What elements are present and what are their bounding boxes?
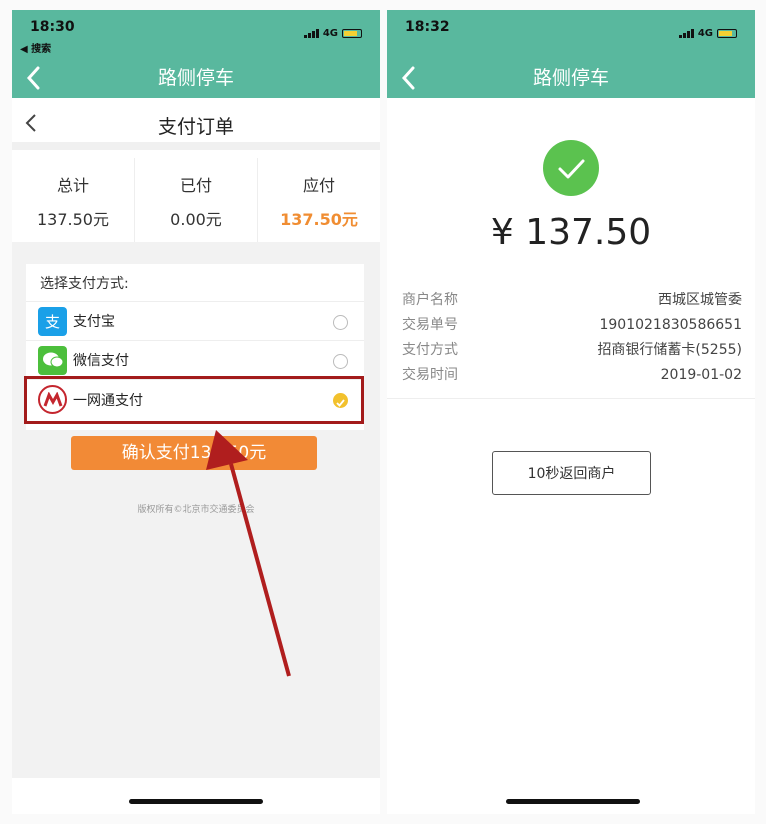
summary-label: 已付 [179,176,212,195]
battery-icon [717,29,737,38]
return-to-merchant-button[interactable]: 10秒返回商户 [492,451,651,495]
nav-bar: 路侧停车 [12,60,380,98]
battery-icon [342,29,362,38]
signal-icon [678,29,694,38]
detail-key: 交易单号 [402,317,458,333]
summary-label: 总计 [56,176,89,195]
payment-body: 选择支付方式: 支 支付宝 微信支付 一网通支付 确认支付137.50元 版权所… [12,242,380,778]
detail-row: 交易时间 2019-01-02 [402,363,742,388]
summary-label: 应付 [302,176,335,195]
signal-icon [303,29,319,38]
summary-paid: 已付 0.00元 [135,158,258,242]
left-phone-screen: 18:30 ◀ 搜索 4G 路侧停车 支付订单 总计 137.50元 已付 0.… [12,10,380,814]
detail-key: 商户名称 [402,292,458,308]
screenshot-frame: 18:30 ◀ 搜索 4G 路侧停车 支付订单 总计 137.50元 已付 0.… [0,0,766,824]
summary-value: 0.00元 [170,210,222,229]
detail-value: 1901021830586651 [599,317,742,333]
success-check-icon [543,140,599,196]
page-title: 路侧停车 [532,67,609,89]
nav-bar: 路侧停车 [387,60,755,98]
summary-total: 总计 137.50元 [12,158,135,242]
back-to-app-link[interactable]: ◀ 搜索 [20,40,51,55]
summary-value: 137.50元 [280,210,358,229]
detail-key: 支付方式 [402,342,458,358]
detail-row: 商户名称 西城区城管委 [402,288,742,313]
order-header: 支付订单 [12,98,380,150]
status-bar: 18:32 4G [387,10,755,60]
transaction-details: 商户名称 西城区城管委 交易单号 1901021830586651 支付方式 招商银行… [402,288,742,388]
page-title: 路侧停车 [157,67,234,89]
network-type: 4G [697,28,713,39]
paid-amount: ¥ 137.50 [490,212,652,253]
detail-value: 2019-01-02 [660,367,742,383]
status-indicators: 4G [303,28,362,39]
annotation-arrow-icon [206,430,291,677]
detail-key: 交易时间 [402,367,458,383]
home-indicator [129,799,263,804]
status-bar: 18:30 ◀ 搜索 4G [12,10,380,60]
detail-row: 交易单号 1901021830586651 [402,313,742,338]
detail-value: 西城区城管委 [658,292,742,308]
network-type: 4G [322,28,338,39]
status-indicators: 4G [678,28,737,39]
order-title: 支付订单 [157,116,234,138]
home-indicator [506,799,640,804]
status-time: 18:30 [30,19,75,35]
divider [387,398,755,399]
summary-value: 137.50元 [37,210,109,229]
detail-value: 招商银行储蓄卡(5255) [597,342,742,358]
payment-summary: 总计 137.50元 已付 0.00元 应付 137.50元 [12,158,380,242]
detail-row: 支付方式 招商银行储蓄卡(5255) [402,338,742,363]
status-time: 18:32 [405,19,450,35]
summary-due: 应付 137.50元 [258,158,380,242]
right-phone-screen: 18:32 4G 路侧停车 ¥ 137.50 商户名称 西城区城管委 交易单号 19… [387,10,755,814]
